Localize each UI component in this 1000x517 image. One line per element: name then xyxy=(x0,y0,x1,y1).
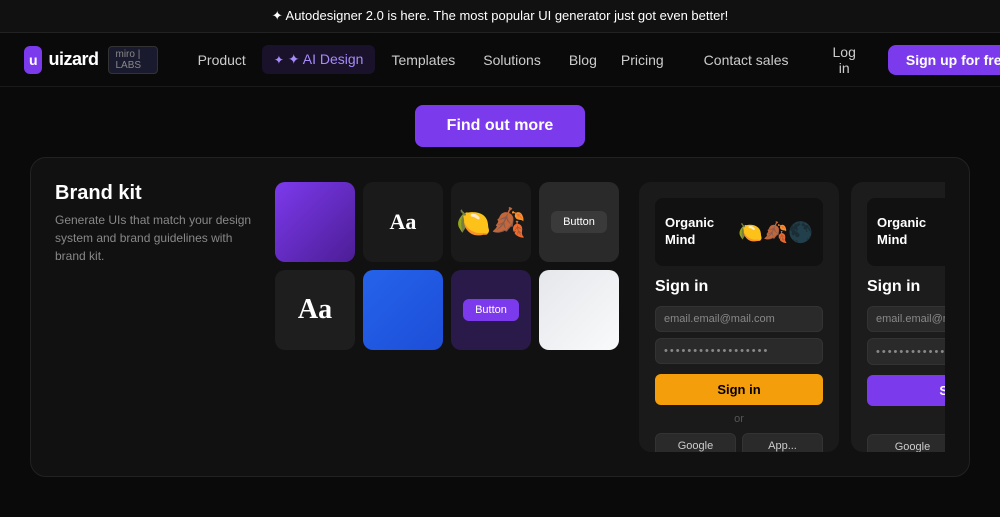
nav-ai-design-label: ✦ AI Design xyxy=(288,51,364,68)
signin-cards-area: OrganicMind 🍋🍂🌑 Sign in email.email@mail… xyxy=(639,182,945,452)
social-buttons-small: Google App... xyxy=(655,433,823,452)
password-input-small[interactable]: •••••••••••••••••• xyxy=(655,338,823,364)
organic-mind-text-large: OrganicMind xyxy=(877,215,926,249)
grid-cell-blue xyxy=(363,270,443,350)
find-out-more-button[interactable]: Find out more xyxy=(415,105,586,147)
grid-cell-button-purple: Button xyxy=(451,270,531,350)
ai-star-icon: ✦ xyxy=(274,53,284,67)
apple-button-small[interactable]: App... xyxy=(742,433,823,452)
organic-mind-decoration-large: 🌑🍋🍂🌀 xyxy=(934,220,945,245)
signin-card-small: OrganicMind 🍋🍂🌑 Sign in email.email@mail… xyxy=(639,182,839,452)
nav-templates[interactable]: Templates xyxy=(379,46,467,74)
logo-area: u uizard miro | LABS xyxy=(24,46,158,74)
grid-cell-aa-light: Aa xyxy=(275,270,355,350)
button-sample-dark: Button xyxy=(551,211,607,233)
ui-grid: Aa 🍋🍂 Button Aa Button xyxy=(275,182,619,452)
organic-mind-decoration-small: 🍋🍂🌑 xyxy=(722,220,813,245)
signin-button-small[interactable]: Sign in xyxy=(655,374,823,405)
organic-mind-text-small: OrganicMind xyxy=(665,215,714,249)
nav-right: Pricing Contact sales Log in Sign up for… xyxy=(609,37,1000,83)
navbar: u uizard miro | LABS Product ✦ ✦ AI Desi… xyxy=(0,33,1000,87)
email-input-large[interactable]: email.email@mail.com xyxy=(867,306,945,332)
organic-mind-banner-small: OrganicMind 🍋🍂🌑 xyxy=(655,198,823,266)
google-button-large[interactable]: Google xyxy=(867,434,945,452)
google-button-small[interactable]: Google xyxy=(655,433,736,452)
password-dots-large: •••••••••••••••••• xyxy=(876,346,945,358)
nav-pricing[interactable]: Pricing xyxy=(609,46,676,74)
main-content: Brand kit Generate UIs that match your d… xyxy=(0,157,1000,477)
signin-title-small: Sign in xyxy=(655,278,823,296)
announcement-text: ✦ Autodesigner 2.0 is here. The most pop… xyxy=(272,8,729,23)
button-sample-purple: Button xyxy=(463,299,519,321)
password-dots-small: •••••••••••••••••• xyxy=(664,345,814,357)
grid-cell-button-dark: Button xyxy=(539,182,619,262)
grid-cell-fruit: 🍋🍂 xyxy=(451,182,531,262)
fruit-decoration: 🍋🍂 xyxy=(451,182,531,262)
password-input-large[interactable]: •••••••••••••••••• 👁 xyxy=(867,338,945,365)
nav-blog[interactable]: Blog xyxy=(557,46,609,74)
or-divider-large: or xyxy=(867,414,945,426)
nav-solutions[interactable]: Solutions xyxy=(471,46,553,74)
logo-icon: u xyxy=(24,46,42,74)
nav-product[interactable]: Product xyxy=(186,46,258,74)
logo-badge: miro | LABS xyxy=(108,46,157,74)
organic-mind-banner-large: OrganicMind 🌑🍋🍂🌀 xyxy=(867,198,945,266)
social-buttons-large: Google Apple xyxy=(867,434,945,452)
logo-text: uizard xyxy=(48,49,98,70)
nav-contact-sales[interactable]: Contact sales xyxy=(692,46,801,74)
login-button[interactable]: Log in xyxy=(817,37,872,83)
hero-section: Find out more xyxy=(0,87,1000,157)
grid-cell-purple xyxy=(275,182,355,262)
email-input-small[interactable]: email.email@mail.com xyxy=(655,306,823,332)
signin-button-large[interactable]: Sign in xyxy=(867,375,945,406)
brand-kit-card: Brand kit Generate UIs that match your d… xyxy=(30,157,970,477)
announcement-bar: ✦ Autodesigner 2.0 is here. The most pop… xyxy=(0,0,1000,33)
grid-cell-light xyxy=(539,270,619,350)
grid-cell-aa-dark: Aa xyxy=(363,182,443,262)
or-divider-small: or xyxy=(655,413,823,425)
brand-kit-title: Brand kit xyxy=(55,182,255,205)
signin-card-large: OrganicMind 🌑🍋🍂🌀 Sign in email.email@mai… xyxy=(851,182,945,452)
brand-kit-description: Generate UIs that match your design syst… xyxy=(55,211,255,265)
signin-title-large: Sign in xyxy=(867,278,945,296)
brand-kit-info: Brand kit Generate UIs that match your d… xyxy=(55,182,255,452)
nav-ai-design[interactable]: ✦ ✦ AI Design xyxy=(262,45,376,74)
signup-button[interactable]: Sign up for free xyxy=(888,45,1000,75)
nav-links: Product ✦ ✦ AI Design Templates Solution… xyxy=(186,45,609,74)
